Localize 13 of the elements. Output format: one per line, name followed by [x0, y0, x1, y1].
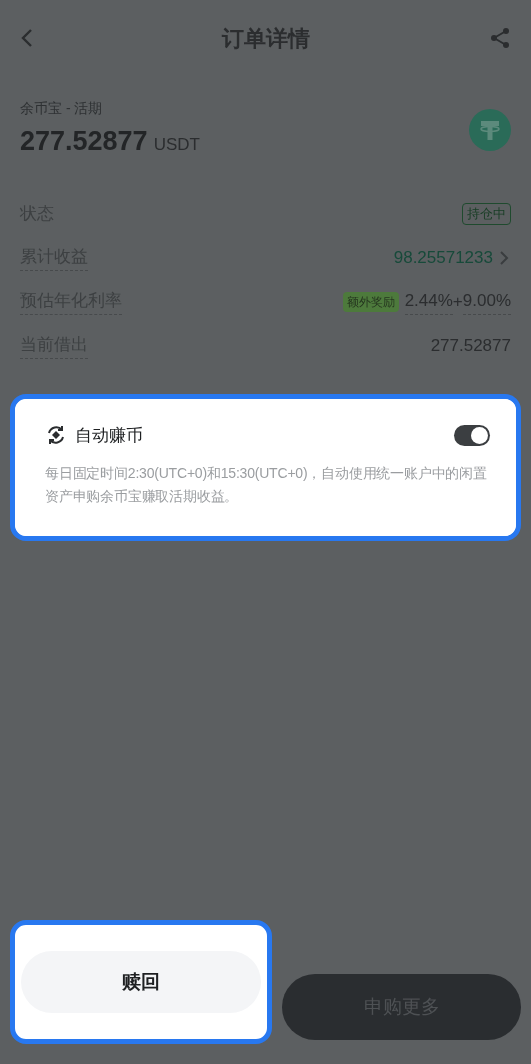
earnings-link[interactable]: 98.25571233	[393, 244, 511, 271]
plus-sign: +	[452, 290, 463, 313]
share-button[interactable]	[489, 27, 511, 49]
auto-earn-title: 自动赚币	[75, 424, 143, 447]
redeem-button[interactable]: 赎回	[21, 951, 261, 1013]
toggle-switch[interactable]	[454, 424, 490, 446]
status-badge: 持仓中	[462, 202, 511, 225]
chevron-right-icon	[497, 249, 511, 266]
coin-icon	[469, 108, 511, 151]
auto-earn-description: 每日固定时间2:30(UTC+0)和15:30(UTC+0)，自动使用统一账户中的闲置资产申购余币宝赚取活期收益。	[45, 464, 488, 506]
bonus-tag: 额外奖励	[342, 291, 399, 312]
cycle-icon	[45, 424, 67, 447]
amount: 277.52877	[20, 125, 148, 158]
